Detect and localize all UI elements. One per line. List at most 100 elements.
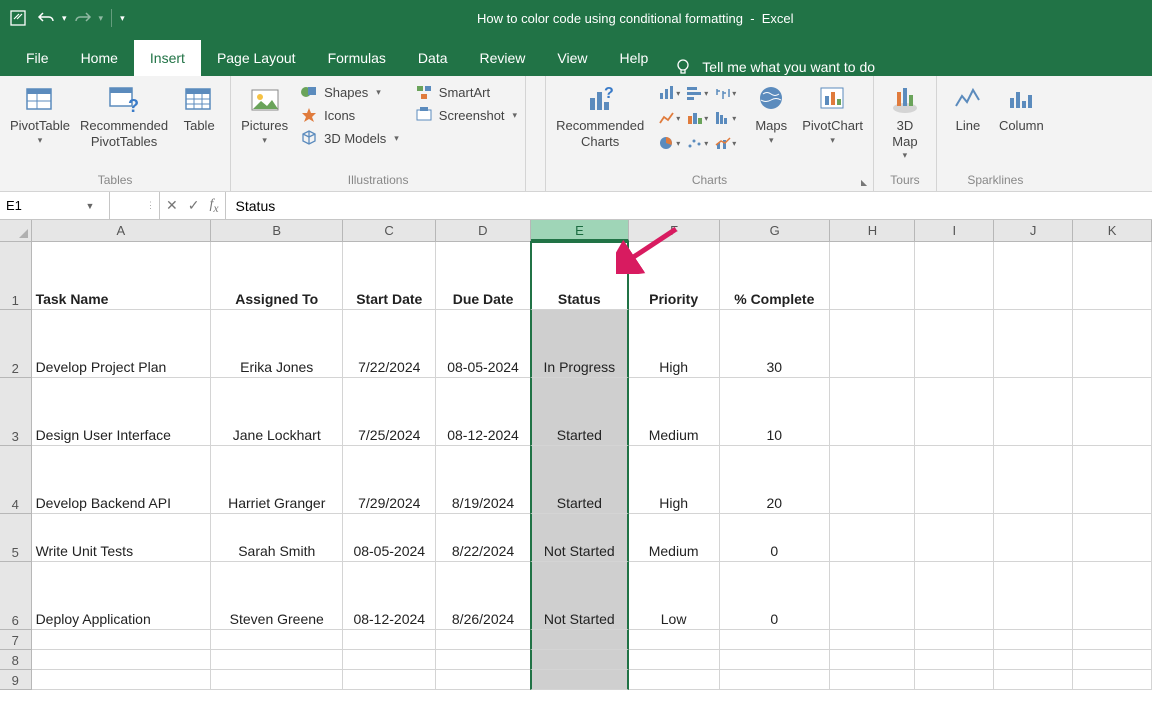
table-button[interactable]: Table bbox=[174, 82, 224, 136]
fx-icon[interactable]: fx bbox=[209, 197, 218, 215]
cell[interactable]: 20 bbox=[720, 446, 831, 514]
undo-button[interactable] bbox=[34, 6, 58, 30]
cell[interactable] bbox=[994, 562, 1073, 630]
tab-formulas[interactable]: Formulas bbox=[312, 40, 402, 76]
3d-models-button[interactable]: 3D Models▾ bbox=[298, 128, 401, 148]
namebox-resize[interactable]: ⋮ bbox=[110, 192, 160, 219]
cell[interactable] bbox=[994, 630, 1073, 650]
cell[interactable] bbox=[830, 514, 915, 562]
col-header-A[interactable]: A bbox=[32, 220, 212, 241]
cell[interactable]: Write Unit Tests bbox=[32, 514, 212, 562]
cell[interactable] bbox=[436, 670, 531, 690]
sparkline-line-button[interactable]: Line bbox=[943, 82, 993, 136]
cell[interactable]: Steven Greene bbox=[211, 562, 343, 630]
cell[interactable]: Assigned To bbox=[211, 242, 343, 310]
tab-file[interactable]: File bbox=[10, 40, 65, 76]
col-header-J[interactable]: J bbox=[994, 220, 1073, 241]
cell[interactable] bbox=[629, 670, 720, 690]
row-header[interactable]: 5 bbox=[0, 514, 32, 562]
cell[interactable]: Develop Project Plan bbox=[32, 310, 212, 378]
col-header-E[interactable]: E bbox=[531, 220, 630, 241]
cell[interactable]: Develop Backend API bbox=[32, 446, 212, 514]
col-header-D[interactable]: D bbox=[436, 220, 531, 241]
cell[interactable] bbox=[994, 650, 1073, 670]
cell[interactable] bbox=[915, 378, 994, 446]
cell[interactable] bbox=[830, 562, 915, 630]
row-header[interactable]: 1 bbox=[0, 242, 32, 310]
col-header-B[interactable]: B bbox=[211, 220, 343, 241]
row-header[interactable]: 4 bbox=[0, 446, 32, 514]
qat-customize[interactable]: ▾ bbox=[120, 13, 125, 24]
cell[interactable] bbox=[1073, 562, 1152, 630]
cell[interactable] bbox=[994, 446, 1073, 514]
cell[interactable] bbox=[830, 378, 915, 446]
cell[interactable] bbox=[32, 630, 212, 650]
recommended-charts-button[interactable]: ? Recommended Charts bbox=[552, 82, 648, 151]
cell[interactable] bbox=[629, 630, 720, 650]
col-header-C[interactable]: C bbox=[343, 220, 436, 241]
tab-page-layout[interactable]: Page Layout bbox=[201, 40, 312, 76]
name-box[interactable]: ▼ bbox=[0, 192, 110, 219]
cell[interactable] bbox=[915, 242, 994, 310]
cell[interactable]: Medium bbox=[629, 378, 720, 446]
sparkline-column-button[interactable]: Column bbox=[995, 82, 1048, 136]
cell[interactable]: 0 bbox=[720, 562, 831, 630]
cell[interactable]: 30 bbox=[720, 310, 831, 378]
cell[interactable] bbox=[629, 650, 720, 670]
chart-scatter-button[interactable]: ▾ bbox=[684, 132, 710, 154]
col-header-F[interactable]: F bbox=[629, 220, 720, 241]
cell[interactable]: 7/22/2024 bbox=[343, 310, 436, 378]
cell[interactable] bbox=[994, 514, 1073, 562]
cell[interactable]: Medium bbox=[629, 514, 720, 562]
maps-button[interactable]: Maps ▾ bbox=[746, 82, 796, 148]
cell[interactable] bbox=[915, 562, 994, 630]
cell[interactable]: Design User Interface bbox=[32, 378, 212, 446]
chart-line-button[interactable]: ▾ bbox=[656, 107, 682, 129]
cell[interactable] bbox=[720, 670, 831, 690]
tab-view[interactable]: View bbox=[541, 40, 603, 76]
cell[interactable]: High bbox=[629, 446, 720, 514]
col-header-H[interactable]: H bbox=[830, 220, 915, 241]
screenshot-button[interactable]: Screenshot▾ bbox=[413, 105, 519, 125]
cell[interactable] bbox=[343, 630, 436, 650]
cell[interactable]: Due Date bbox=[436, 242, 531, 310]
cell[interactable] bbox=[530, 630, 629, 650]
cell[interactable] bbox=[211, 650, 343, 670]
cell[interactable]: Started bbox=[530, 446, 629, 514]
chart-bar-button[interactable]: ▾ bbox=[656, 82, 682, 104]
pictures-button[interactable]: Pictures ▾ bbox=[237, 82, 292, 148]
select-all-corner[interactable] bbox=[0, 220, 32, 241]
row-header[interactable]: 6 bbox=[0, 562, 32, 630]
cell[interactable] bbox=[343, 650, 436, 670]
cell[interactable] bbox=[436, 650, 531, 670]
row-header[interactable]: 2 bbox=[0, 310, 32, 378]
cell[interactable] bbox=[915, 446, 994, 514]
redo-button[interactable] bbox=[71, 6, 95, 30]
cell[interactable]: In Progress bbox=[530, 310, 629, 378]
tab-insert[interactable]: Insert bbox=[134, 40, 201, 76]
cell[interactable]: 8/22/2024 bbox=[436, 514, 531, 562]
pivot-table-button[interactable]: PivotTable ▾ bbox=[6, 82, 74, 148]
chart-stock-button[interactable]: ▾ bbox=[712, 82, 738, 104]
cell[interactable] bbox=[915, 310, 994, 378]
cell[interactable] bbox=[436, 630, 531, 650]
chart-area-button[interactable]: ▾ bbox=[684, 107, 710, 129]
cell[interactable] bbox=[994, 378, 1073, 446]
cell[interactable]: % Complete bbox=[720, 242, 831, 310]
recommended-pivot-button[interactable]: ? Recommended PivotTables bbox=[76, 82, 172, 151]
row-header[interactable]: 9 bbox=[0, 670, 32, 690]
tab-home[interactable]: Home bbox=[65, 40, 134, 76]
cell[interactable] bbox=[720, 650, 831, 670]
cell[interactable]: 08-05-2024 bbox=[436, 310, 531, 378]
chart-hist-button[interactable]: ▾ bbox=[712, 107, 738, 129]
autosave-icon[interactable] bbox=[6, 6, 30, 30]
tab-data[interactable]: Data bbox=[402, 40, 464, 76]
cell[interactable]: Status bbox=[530, 241, 629, 310]
cell[interactable] bbox=[915, 630, 994, 650]
cell[interactable] bbox=[720, 630, 831, 650]
formula-input[interactable] bbox=[226, 192, 1152, 219]
cell[interactable] bbox=[1073, 242, 1152, 310]
cell[interactable] bbox=[1073, 446, 1152, 514]
cell[interactable]: Low bbox=[629, 562, 720, 630]
tab-review[interactable]: Review bbox=[464, 40, 542, 76]
